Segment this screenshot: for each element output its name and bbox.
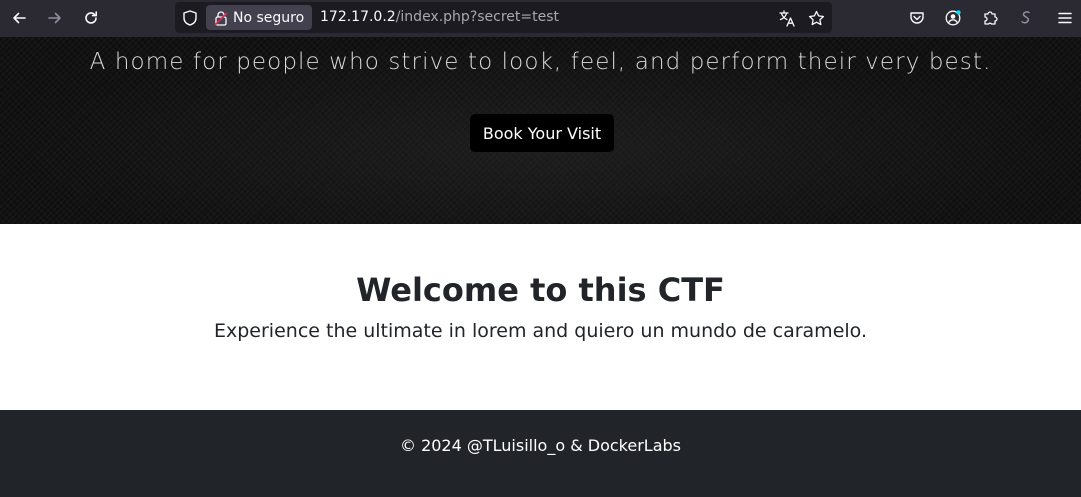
security-indicator[interactable]: No seguro (206, 5, 312, 30)
reload-button[interactable] (78, 5, 104, 31)
browser-toolbar: No seguro 172.17.0.2/index.php?secret=te… (0, 0, 1081, 37)
reload-icon (85, 11, 97, 24)
extensions-icon (984, 11, 998, 25)
book-visit-button[interactable]: Book Your Visit (470, 114, 614, 152)
hero-section: A home for people who strive to look, fe… (0, 37, 1081, 224)
extra-extension-button[interactable] (1013, 5, 1039, 31)
tracking-shield-icon[interactable] (181, 9, 199, 27)
bookmark-star-icon (808, 10, 824, 25)
pocket-icon (910, 12, 924, 24)
welcome-section: Welcome to this CTF Experience the ultim… (0, 224, 1081, 410)
welcome-title: Welcome to this CTF (356, 271, 725, 309)
back-button[interactable] (6, 5, 32, 31)
bookmark-button[interactable] (806, 8, 826, 28)
forward-button[interactable] (42, 5, 68, 31)
url-path: /index.php?secret=test (395, 9, 560, 25)
account-icon (945, 10, 961, 26)
hamburger-menu-icon (1058, 12, 1072, 24)
url-host: 172.17.0.2 (320, 9, 396, 25)
url-bar[interactable]: No seguro 172.17.0.2/index.php?secret=te… (175, 2, 832, 33)
pocket-button[interactable] (904, 5, 930, 31)
extension-s-icon (1021, 11, 1030, 24)
account-button[interactable] (940, 5, 966, 31)
footer-copyright: © 2024 @TLuisillo_o & DockerLabs (399, 436, 681, 455)
menu-button[interactable] (1052, 5, 1078, 31)
welcome-text: Experience the ultimate in lorem and qui… (214, 320, 867, 342)
translate-button[interactable] (777, 8, 797, 28)
page-footer: © 2024 @TLuisillo_o & DockerLabs (0, 410, 1081, 497)
hero-tagline: A home for people who strive to look, fe… (89, 49, 992, 75)
insecure-lock-icon (214, 10, 228, 26)
url-text[interactable]: 172.17.0.2/index.php?secret=test (320, 9, 559, 25)
forward-arrow-icon (48, 12, 61, 24)
back-arrow-icon (13, 12, 26, 24)
extensions-button[interactable] (977, 5, 1003, 31)
security-label: No seguro (233, 9, 305, 26)
translate-icon (778, 9, 795, 27)
